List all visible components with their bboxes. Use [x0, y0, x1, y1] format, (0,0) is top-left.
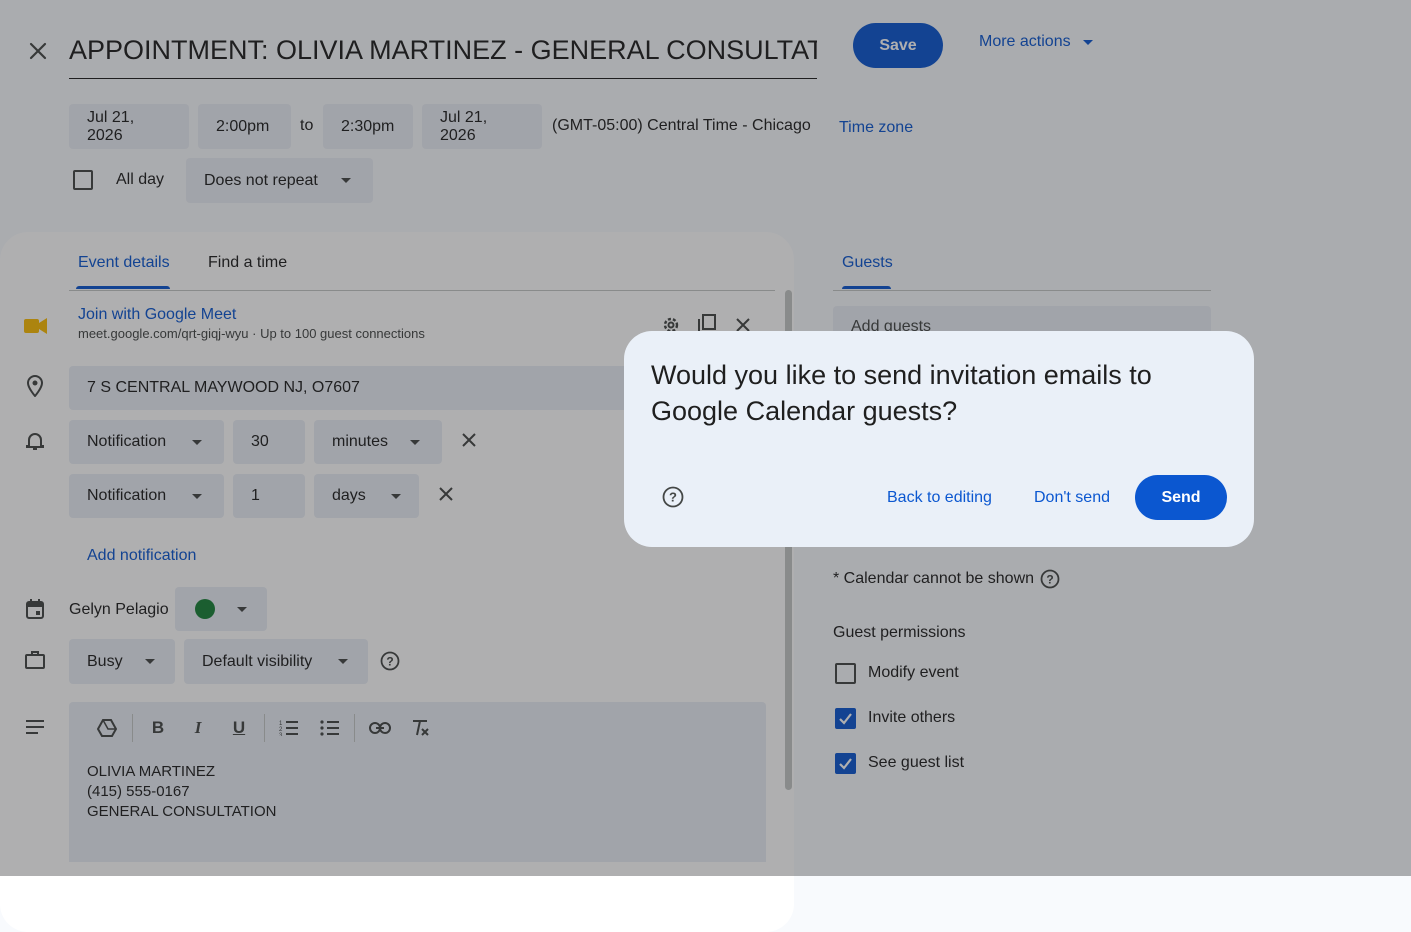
back-to-editing-button[interactable]: Back to editing	[887, 489, 992, 507]
dont-send-button[interactable]: Don't send	[1034, 489, 1110, 507]
svg-text:?: ?	[669, 490, 677, 505]
send-invitations-dialog: Would you like to send invitation emails…	[624, 331, 1254, 547]
help-icon[interactable]: ?	[662, 485, 684, 509]
dialog-message: Would you like to send invitation emails…	[651, 360, 1152, 426]
send-button[interactable]: Send	[1135, 475, 1227, 520]
send-button-label: Send	[1161, 488, 1201, 506]
